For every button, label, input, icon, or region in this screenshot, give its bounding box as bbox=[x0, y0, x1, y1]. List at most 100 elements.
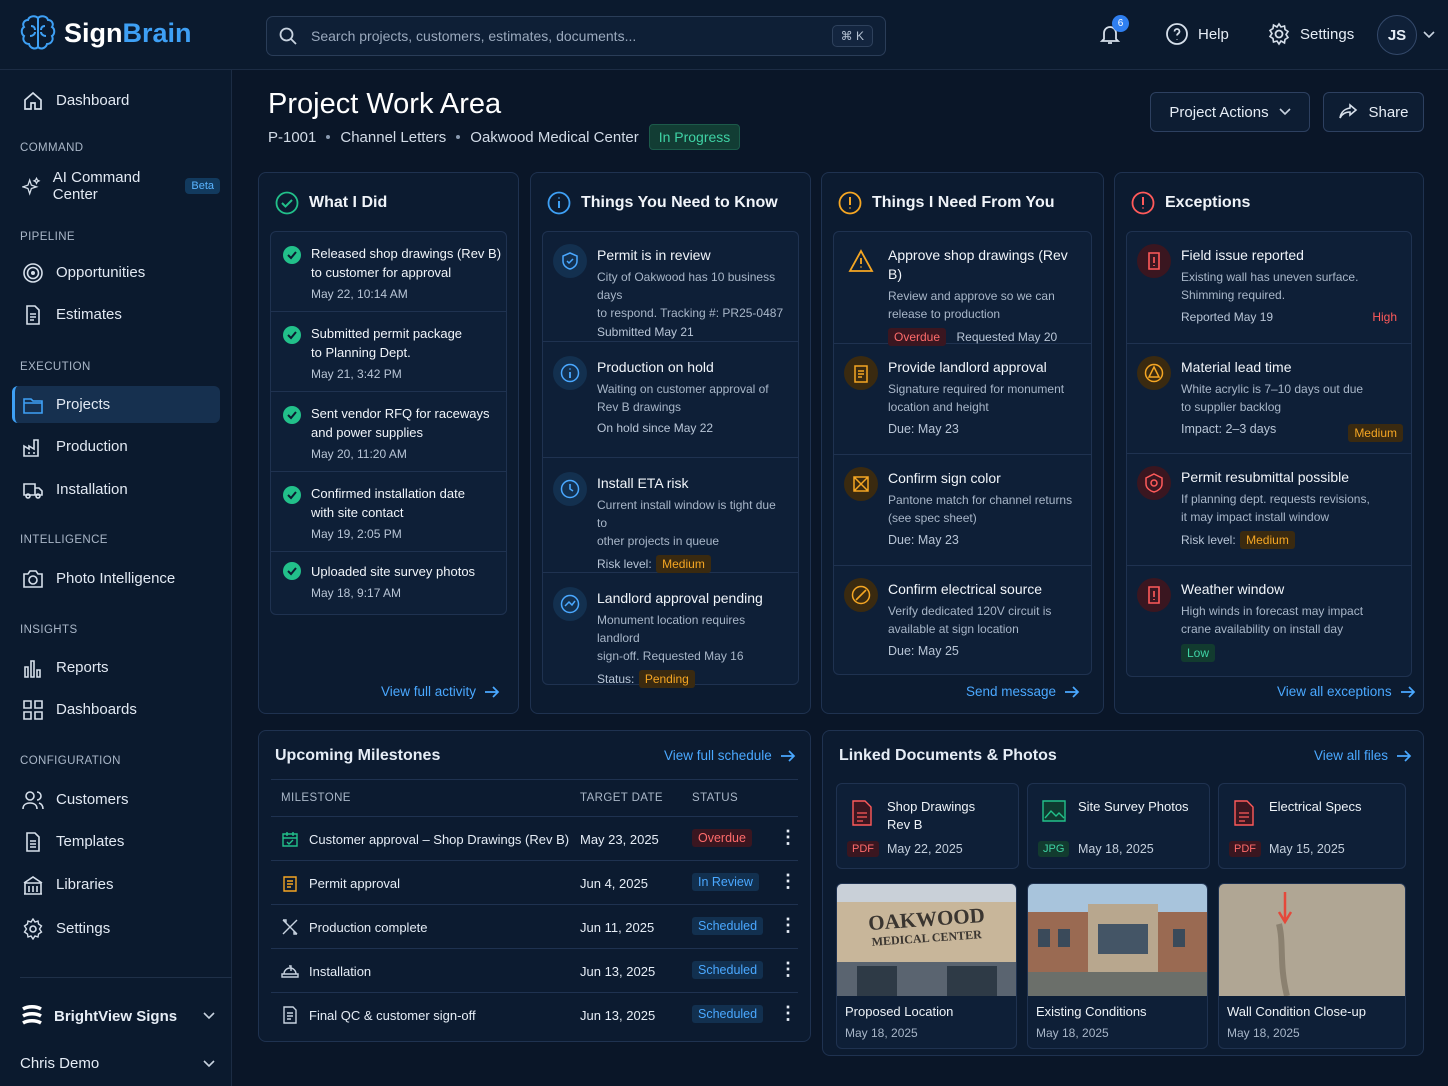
view-full-activity-link[interactable]: View full activity bbox=[381, 684, 500, 699]
list-item[interactable]: Confirm electrical source Verify dedicat… bbox=[834, 566, 1091, 676]
sidebar-item-label: Installation bbox=[56, 481, 128, 498]
app-name-part2: Brain bbox=[122, 17, 192, 48]
list-item[interactable]: Provide landlord approval Signature requ… bbox=[834, 344, 1091, 455]
sidebar-item-customers[interactable]: Customers bbox=[12, 781, 220, 818]
truck-icon bbox=[23, 482, 43, 499]
activity-text: and power supplies bbox=[311, 425, 424, 440]
sidebar-item-libraries[interactable]: Libraries bbox=[12, 866, 220, 903]
list-item[interactable]: Confirm sign color Pantone match for cha… bbox=[834, 455, 1091, 566]
activity-text: Sent vendor RFQ for raceways bbox=[311, 406, 490, 421]
table-row[interactable]: Permit approval Jun 4, 2025 In Review ⋮ bbox=[271, 861, 798, 905]
table-row[interactable]: Customer approval – Shop Drawings (Rev B… bbox=[271, 817, 798, 861]
item-description: release to production bbox=[888, 307, 1001, 321]
help-label: Help bbox=[1198, 25, 1229, 43]
more-options-icon[interactable]: ⋮ bbox=[779, 915, 797, 936]
chevron-down-icon[interactable] bbox=[1423, 30, 1435, 40]
list-item[interactable]: Permit resubmittal possible If planning … bbox=[1127, 454, 1411, 566]
item-description: Waiting on customer approval of bbox=[597, 382, 769, 396]
table-row[interactable]: Installation Jun 13, 2025 Scheduled ⋮ bbox=[271, 949, 798, 993]
photo-card[interactable]: OAKWOOD MEDICAL CENTER Proposed Location… bbox=[836, 883, 1017, 1049]
project-actions-button[interactable]: Project Actions bbox=[1150, 92, 1310, 132]
sidebar-item-dashboards[interactable]: Dashboards bbox=[12, 691, 220, 728]
calendar-check-icon bbox=[282, 832, 298, 847]
file-name: Shop Drawings bbox=[887, 799, 976, 814]
existing-conditions-photo bbox=[1028, 884, 1207, 996]
section-pipeline: PIPELINE bbox=[20, 231, 75, 243]
clipboard-icon bbox=[283, 876, 297, 892]
item-title: Field issue reported bbox=[1181, 247, 1304, 263]
user-avatar[interactable]: JS bbox=[1377, 15, 1417, 55]
milestone-name: Production complete bbox=[309, 920, 428, 935]
item-description: Existing wall has uneven surface. bbox=[1181, 270, 1359, 284]
list-item[interactable]: Approve shop drawings (Rev B) Review and… bbox=[834, 232, 1091, 346]
sidebar-item-projects[interactable]: Projects bbox=[12, 386, 220, 423]
exception-list: Field issue reported Existing wall has u… bbox=[1126, 231, 1412, 677]
user-name: Chris Demo bbox=[20, 1055, 100, 1072]
sidebar-item-photo-intelligence[interactable]: Photo Intelligence bbox=[12, 560, 220, 597]
more-options-icon[interactable]: ⋮ bbox=[779, 959, 797, 980]
photo-date: May 18, 2025 bbox=[845, 1026, 918, 1040]
sidebar-item-ai-command-center[interactable]: AI Command Center Beta bbox=[12, 167, 220, 204]
separator-dot bbox=[456, 135, 461, 139]
beta-badge: Beta bbox=[185, 177, 220, 194]
table-row[interactable]: Production complete Jun 11, 2025 Schedul… bbox=[271, 905, 798, 949]
item-description: Pantone match for channel returns bbox=[888, 493, 1073, 507]
search-input[interactable]: Search projects, customers, estimates, d… bbox=[311, 28, 832, 44]
activity-text: Submitted permit package bbox=[311, 326, 463, 341]
file-card[interactable]: Electrical Specs PDF May 15, 2025 bbox=[1218, 783, 1406, 869]
list-item[interactable]: Field issue reported Existing wall has u… bbox=[1127, 232, 1411, 344]
sidebar-item-installation[interactable]: Installation bbox=[12, 471, 220, 508]
view-all-exceptions-link[interactable]: View all exceptions bbox=[1277, 684, 1416, 699]
more-options-icon[interactable]: ⋮ bbox=[779, 1003, 797, 1024]
check-icon bbox=[283, 486, 301, 504]
sidebar-item-label: Libraries bbox=[56, 876, 114, 893]
card-header: Things You Need to Know bbox=[547, 191, 778, 215]
sidebar-item-label: Dashboards bbox=[56, 701, 137, 718]
share-button[interactable]: Share bbox=[1323, 92, 1424, 132]
milestone-date: May 23, 2025 bbox=[580, 832, 659, 847]
global-search[interactable]: Search projects, customers, estimates, d… bbox=[266, 16, 886, 56]
project-customer[interactable]: Oakwood Medical Center bbox=[470, 129, 638, 146]
app-logo[interactable]: SignBrain bbox=[20, 14, 192, 52]
send-message-link[interactable]: Send message bbox=[966, 684, 1080, 699]
item-meta: Risk level: bbox=[1181, 533, 1236, 547]
link-label: View all files bbox=[1314, 748, 1389, 763]
table-row[interactable]: Final QC & customer sign-off Jun 13, 202… bbox=[271, 993, 798, 1037]
notifications-button[interactable]: 6 bbox=[1098, 15, 1129, 46]
list-item[interactable]: Weather window High winds in forecast ma… bbox=[1127, 566, 1411, 678]
list-item[interactable]: Material lead time White acrylic is 7–10… bbox=[1127, 344, 1411, 454]
file-card[interactable]: Shop Drawings Rev B PDF May 22, 2025 bbox=[836, 783, 1019, 869]
panel-title: Upcoming Milestones bbox=[275, 747, 441, 764]
sidebar-item-opportunities[interactable]: Opportunities bbox=[12, 254, 220, 291]
sidebar-item-production[interactable]: Production bbox=[12, 428, 220, 465]
more-options-icon[interactable]: ⋮ bbox=[779, 827, 797, 848]
photo-card[interactable]: Existing Conditions May 18, 2025 bbox=[1027, 883, 1208, 1049]
notification-count: 6 bbox=[1112, 15, 1129, 32]
settings-button[interactable]: Settings bbox=[1267, 22, 1354, 46]
clock-icon bbox=[553, 472, 587, 506]
user-switcher[interactable]: Chris Demo bbox=[20, 1055, 215, 1072]
photo-card[interactable]: Wall Condition Close-up May 18, 2025 bbox=[1218, 883, 1406, 1049]
view-full-schedule-link[interactable]: View full schedule bbox=[664, 748, 796, 763]
item-meta: Due: May 23 bbox=[888, 422, 959, 436]
search-icon bbox=[279, 27, 297, 45]
checklist-icon bbox=[283, 1006, 297, 1024]
sidebar-item-dashboard[interactable]: Dashboard bbox=[12, 82, 220, 119]
organization-switcher[interactable]: BrightView Signs bbox=[20, 1004, 215, 1028]
file-card[interactable]: Site Survey Photos JPG May 18, 2025 bbox=[1027, 783, 1210, 869]
share-label: Share bbox=[1368, 103, 1409, 121]
item-description: Monument location requires landlord bbox=[597, 613, 746, 645]
file-name: Site Survey Photos bbox=[1078, 799, 1189, 814]
sidebar-item-reports[interactable]: Reports bbox=[12, 649, 220, 686]
sidebar-item-templates[interactable]: Templates bbox=[12, 823, 220, 860]
more-options-icon[interactable]: ⋮ bbox=[779, 871, 797, 892]
search-shortcut: ⌘ K bbox=[831, 25, 873, 47]
list-item: Production on hold Waiting on customer a… bbox=[543, 342, 798, 458]
help-button[interactable]: Help bbox=[1165, 22, 1229, 46]
check-icon bbox=[283, 562, 301, 580]
sidebar-item-estimates[interactable]: Estimates bbox=[12, 296, 220, 333]
sidebar-item-settings[interactable]: Settings bbox=[12, 910, 220, 947]
activity-text: to customer for approval bbox=[311, 265, 452, 280]
view-all-files-link[interactable]: View all files bbox=[1314, 748, 1412, 763]
section-configuration: CONFIGURATION bbox=[20, 755, 121, 767]
